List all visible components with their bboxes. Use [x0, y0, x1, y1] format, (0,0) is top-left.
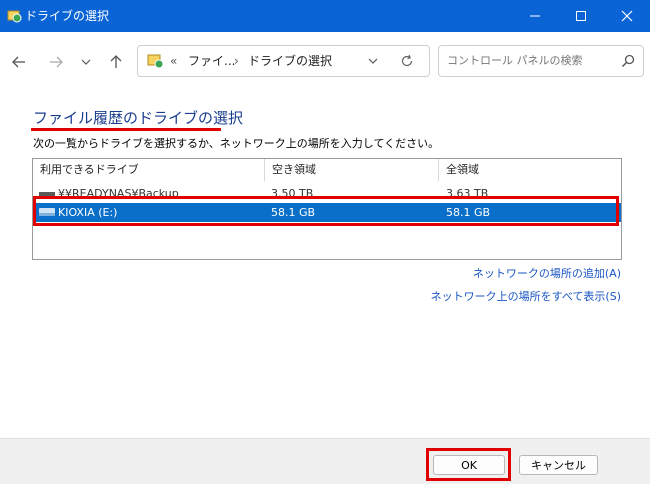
window-title: ドライブの選択	[25, 9, 110, 23]
maximize-icon	[576, 11, 586, 21]
control-panel-icon	[147, 54, 164, 69]
add-network-location-link[interactable]: ネットワークの場所の追加(A)	[473, 266, 621, 282]
minimize-button[interactable]	[512, 0, 558, 32]
address-segment-current[interactable]: ドライブの選択	[248, 53, 332, 69]
chevron-down-icon	[368, 58, 378, 64]
address-separator: ›	[234, 54, 239, 68]
column-header-drive[interactable]: 利用できるドライブ	[33, 159, 264, 181]
chevron-down-icon	[81, 59, 91, 65]
file-history-icon	[7, 10, 22, 23]
up-arrow-icon	[110, 55, 122, 68]
page-heading: ファイル履歴のドライブの選択	[33, 109, 244, 127]
search-input[interactable]	[447, 52, 617, 68]
column-header-total-space[interactable]: 全領域	[438, 159, 621, 181]
up-button[interactable]	[104, 50, 128, 74]
cancel-button[interactable]: キャンセル	[519, 455, 598, 475]
address-dropdown-button[interactable]	[366, 54, 380, 68]
recent-locations-button[interactable]	[74, 50, 98, 74]
back-button[interactable]	[7, 50, 31, 74]
back-arrow-icon	[12, 56, 25, 68]
forward-arrow-icon	[50, 56, 63, 68]
drive-list-header: 利用できるドライブ 空き領域 全領域	[33, 159, 621, 181]
close-icon	[621, 10, 633, 22]
column-header-free-space[interactable]: 空き領域	[264, 159, 438, 181]
search-icon	[621, 54, 635, 68]
title-bar: ドライブの選択	[0, 0, 650, 32]
ok-highlight-box	[426, 448, 511, 481]
minimize-icon	[530, 15, 540, 17]
address-overflow[interactable]: «	[170, 53, 177, 69]
close-button[interactable]	[604, 0, 650, 32]
show-all-network-locations-link[interactable]: ネットワーク上の場所をすべて表示(S)	[431, 289, 621, 305]
maximize-button[interactable]	[558, 0, 604, 32]
refresh-button[interactable]	[399, 53, 415, 69]
selection-highlight-box	[33, 196, 619, 226]
address-bar[interactable]: « ファイ... › ドライブの選択	[137, 45, 430, 77]
address-segment-parent[interactable]: ファイ...	[188, 53, 235, 69]
instruction-text: 次の一覧からドライブを選択するか、ネットワーク上の場所を入力してください。	[33, 137, 440, 150]
refresh-icon	[401, 54, 413, 67]
forward-button[interactable]	[44, 50, 68, 74]
heading-highlight-underline	[31, 128, 221, 131]
search-box[interactable]	[438, 45, 644, 77]
